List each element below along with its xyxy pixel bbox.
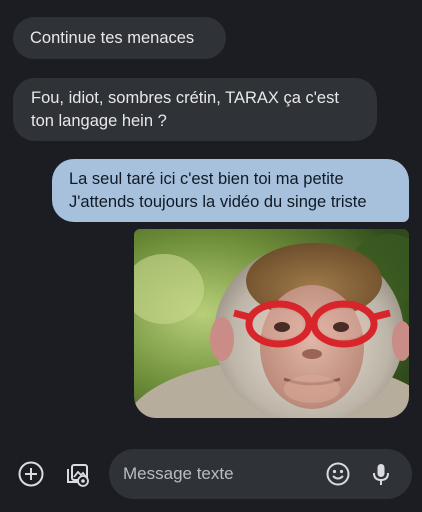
message-bubble-incoming[interactable]: Continue tes menaces [13, 17, 226, 59]
emoji-icon[interactable] [324, 460, 352, 488]
gallery-icon[interactable] [60, 456, 94, 492]
message-text: Continue tes menaces [30, 29, 195, 47]
message-bubble-outgoing[interactable]: La seul taré ici c'est bien toi ma petit… [52, 159, 409, 222]
message-text: J'attends toujours la vidéo du singe tri… [69, 193, 367, 211]
microphone-icon[interactable] [367, 460, 395, 488]
message-text: La seul taré ici c'est bien toi ma petit… [69, 170, 344, 188]
message-input[interactable]: Message texte [109, 449, 412, 499]
image-message-monkey[interactable] [134, 229, 409, 418]
message-input-placeholder: Message texte [123, 464, 234, 483]
monkey-photo-icon [134, 229, 409, 418]
add-circle-icon[interactable] [14, 457, 48, 491]
message-text: Fou, idiot, sombres crétin, TARAX ça c'e… [31, 89, 339, 107]
message-text: ton langage hein ? [31, 112, 167, 130]
message-bubble-incoming[interactable]: Fou, idiot, sombres crétin, TARAX ça c'e… [13, 78, 377, 141]
